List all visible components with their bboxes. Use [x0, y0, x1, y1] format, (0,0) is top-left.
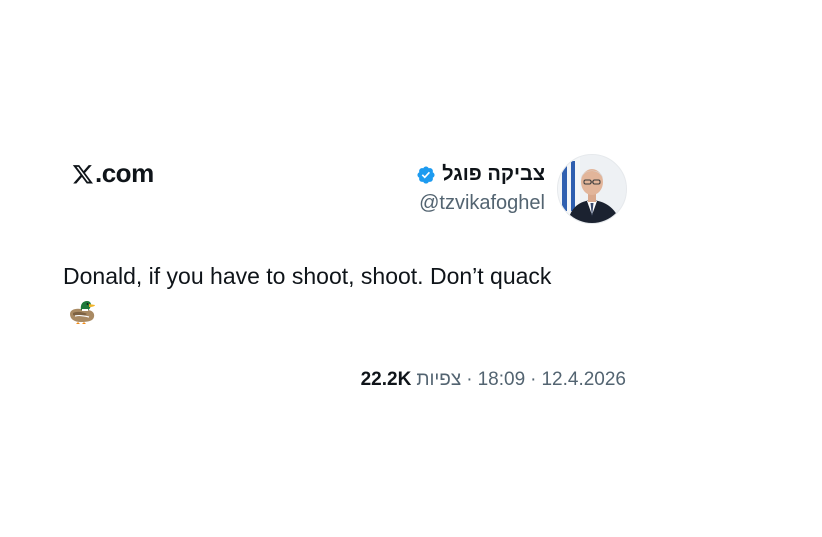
name-row: צביקה פוגל	[416, 163, 545, 186]
tweet-card: .com צביקה פוגל @tzvikafoghel Donald, if…	[0, 0, 822, 537]
tweet-text-content: Donald, if you have to shoot, shoot. Don…	[63, 263, 552, 289]
verified-badge-icon[interactable]	[416, 165, 436, 185]
tweet-author[interactable]: צביקה פוגל @tzvikafoghel	[416, 154, 627, 224]
author-info: צביקה פוגל @tzvikafoghel	[416, 163, 545, 215]
tweet-date[interactable]: 12.4.2026	[541, 369, 626, 391]
display-name[interactable]: צביקה פוגל	[442, 163, 545, 186]
author-handle[interactable]: @tzvikafoghel	[419, 192, 545, 215]
meta-separator: ·	[530, 369, 537, 390]
tweet-time[interactable]: 18:09	[478, 369, 526, 391]
views-label: צפיות	[416, 369, 462, 390]
x-logo-icon	[72, 163, 94, 185]
brand-logo[interactable]: .com	[72, 158, 154, 189]
avatar[interactable]	[557, 154, 627, 224]
tweet-meta: 12.4.2026 · 18:09 · צפיות 22.2K	[361, 369, 626, 391]
duck-icon	[67, 299, 97, 325]
brand-label: .com	[95, 158, 154, 188]
profile-photo	[558, 155, 626, 223]
meta-separator: ·	[466, 369, 473, 390]
tweet-text: Donald, if you have to shoot, shoot. Don…	[63, 258, 583, 330]
views-count: 22.2K	[360, 369, 412, 390]
